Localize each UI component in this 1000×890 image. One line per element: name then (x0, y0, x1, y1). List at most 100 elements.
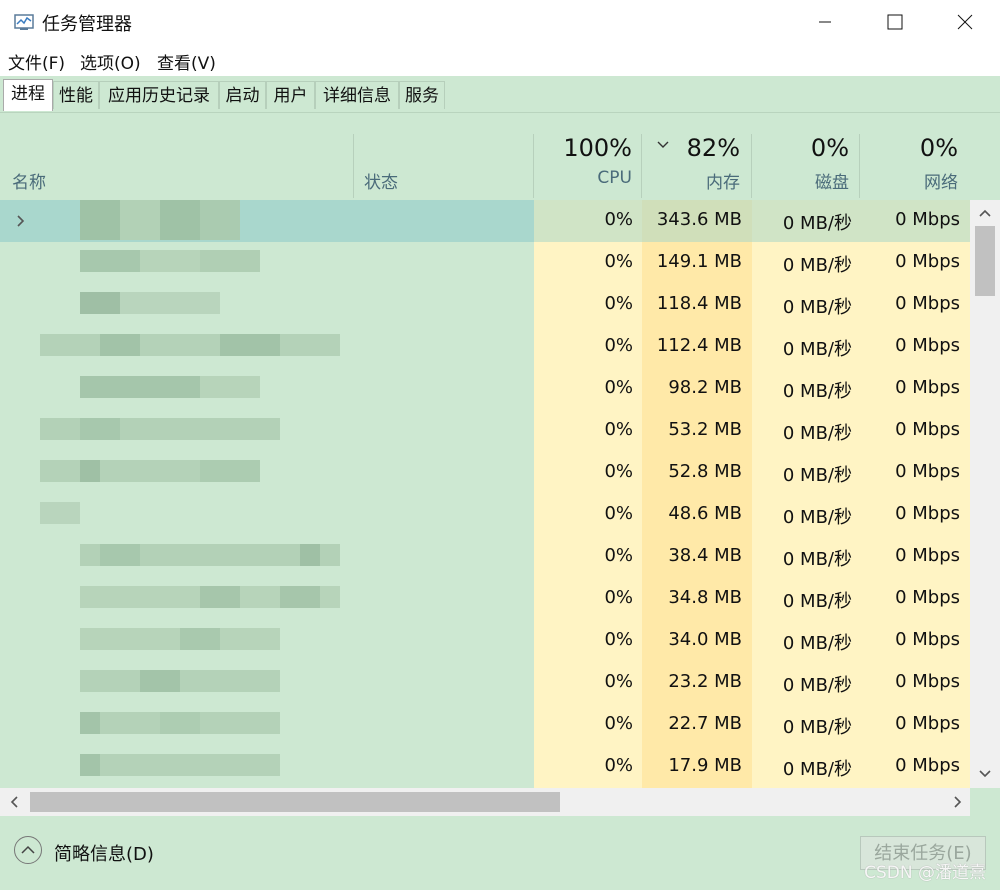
cpu-value: 0% (604, 251, 633, 272)
menu-options[interactable]: 选项(O) (80, 49, 141, 74)
network-total-percent[interactable]: 0% (860, 134, 958, 162)
redacted-process-name (200, 376, 260, 398)
fewer-details-button[interactable] (14, 836, 42, 864)
scroll-right-icon[interactable] (952, 794, 964, 810)
redacted-process-name (200, 200, 240, 240)
tab-performance[interactable]: 性能 (53, 81, 99, 109)
memory-value: 34.8 MB (668, 587, 742, 608)
disk-value: 0 MB/秒 (782, 339, 852, 360)
column-name[interactable]: 名称 (12, 168, 46, 193)
disk-value: 0 MB/秒 (782, 507, 852, 528)
process-row[interactable]: 0% 52.8 MB 0 MB/秒 0 Mbps (0, 452, 970, 494)
memory-value: 23.2 MB (668, 671, 742, 692)
tab-processes[interactable]: 进程 (3, 79, 53, 111)
menu-bar: 文件(F) 选项(O) 查看(V) (0, 44, 1000, 76)
redacted-process-name (220, 334, 280, 356)
memory-value: 149.1 MB (656, 251, 742, 272)
process-row[interactable]: 0% 112.4 MB 0 MB/秒 0 Mbps (0, 326, 970, 368)
redacted-process-name (100, 544, 140, 566)
network-value: 0 Mbps (895, 335, 960, 356)
process-row[interactable]: 0% 17.9 MB 0 MB/秒 0 Mbps (0, 746, 970, 788)
process-row[interactable]: 0% 48.6 MB 0 MB/秒 0 Mbps (0, 494, 970, 536)
cpu-value: 0% (604, 461, 633, 482)
scroll-up-icon[interactable] (977, 207, 993, 219)
process-row[interactable]: 0% 53.2 MB 0 MB/秒 0 Mbps (0, 410, 970, 452)
horizontal-scroll-thumb[interactable] (30, 792, 560, 812)
cpu-total-percent[interactable]: 100% (534, 134, 632, 162)
minimize-button[interactable] (790, 0, 860, 44)
network-value: 0 Mbps (895, 377, 960, 398)
disk-total-percent[interactable]: 0% (752, 134, 849, 162)
memory-value: 343.6 MB (656, 209, 742, 230)
tab-app-history[interactable]: 应用历史记录 (99, 81, 219, 109)
redacted-process-name (80, 376, 200, 398)
process-row[interactable]: 0% 34.8 MB 0 MB/秒 0 Mbps (0, 578, 970, 620)
memory-value: 118.4 MB (656, 293, 742, 314)
network-value: 0 Mbps (895, 671, 960, 692)
redacted-process-name (280, 586, 320, 608)
network-value: 0 Mbps (895, 419, 960, 440)
process-row[interactable]: 0% 149.1 MB 0 MB/秒 0 Mbps (0, 242, 970, 284)
close-icon (957, 14, 973, 30)
minimize-icon (819, 21, 831, 23)
tab-startup[interactable]: 启动 (219, 81, 266, 109)
network-value: 0 Mbps (895, 713, 960, 734)
column-cpu[interactable]: CPU (534, 168, 632, 188)
chevron-up-icon (21, 845, 35, 854)
network-value: 0 Mbps (895, 587, 960, 608)
process-row[interactable]: 0% 23.2 MB 0 MB/秒 0 Mbps (0, 662, 970, 704)
redacted-process-name (200, 586, 240, 608)
maximize-button[interactable] (860, 0, 930, 44)
process-row[interactable]: 0% 22.7 MB 0 MB/秒 0 Mbps (0, 704, 970, 746)
menu-view[interactable]: 查看(V) (157, 49, 216, 74)
close-button[interactable] (930, 0, 1000, 44)
menu-file[interactable]: 文件(F) (8, 49, 65, 74)
redacted-process-name (80, 292, 120, 314)
redacted-process-name (80, 712, 100, 734)
scroll-down-icon[interactable] (977, 768, 993, 780)
cpu-value: 0% (604, 713, 633, 734)
memory-value: 112.4 MB (656, 335, 742, 356)
process-row[interactable]: 0% 34.0 MB 0 MB/秒 0 Mbps (0, 620, 970, 662)
process-row[interactable]: 0% 98.2 MB 0 MB/秒 0 Mbps (0, 368, 970, 410)
vertical-scroll-thumb[interactable] (975, 226, 995, 296)
tab-users[interactable]: 用户 (266, 81, 315, 109)
redacted-process-name (200, 460, 260, 482)
redacted-process-name (300, 544, 320, 566)
redacted-process-name (140, 250, 200, 272)
memory-value: 17.9 MB (668, 755, 742, 776)
title-bar: 任务管理器 (0, 0, 1000, 44)
tab-details[interactable]: 详细信息 (315, 81, 399, 109)
cpu-value: 0% (604, 377, 633, 398)
cpu-value: 0% (604, 629, 633, 650)
column-status[interactable]: 状态 (364, 168, 398, 193)
redacted-process-name (40, 502, 80, 524)
network-value: 0 Mbps (895, 629, 960, 650)
disk-value: 0 MB/秒 (782, 297, 852, 318)
process-row[interactable]: 0% 343.6 MB 0 MB/秒 0 Mbps (0, 200, 970, 242)
cpu-value: 0% (604, 209, 633, 230)
redacted-process-name (120, 200, 160, 240)
column-memory[interactable]: 内存 (642, 168, 740, 193)
column-network[interactable]: 网络 (860, 168, 958, 193)
redacted-process-name (40, 418, 280, 440)
memory-total-percent[interactable]: 82% (642, 134, 740, 162)
process-row[interactable]: 0% 118.4 MB 0 MB/秒 0 Mbps (0, 284, 970, 326)
task-manager-app-icon (14, 14, 34, 30)
maximize-icon (887, 14, 903, 30)
scroll-left-icon[interactable] (8, 794, 20, 810)
cpu-value: 0% (604, 503, 633, 524)
cpu-value: 0% (604, 755, 633, 776)
fewer-details-label[interactable]: 简略信息(D) (54, 840, 154, 866)
expand-chevron-icon[interactable] (14, 214, 26, 228)
cpu-value: 0% (604, 587, 633, 608)
network-value: 0 Mbps (895, 461, 960, 482)
network-value: 0 Mbps (895, 209, 960, 230)
memory-value: 22.7 MB (668, 713, 742, 734)
column-divider (353, 134, 354, 198)
tab-services[interactable]: 服务 (399, 81, 445, 109)
column-disk[interactable]: 磁盘 (752, 168, 849, 193)
memory-value: 34.0 MB (668, 629, 742, 650)
disk-value: 0 MB/秒 (782, 423, 852, 444)
process-row[interactable]: 0% 38.4 MB 0 MB/秒 0 Mbps (0, 536, 970, 578)
